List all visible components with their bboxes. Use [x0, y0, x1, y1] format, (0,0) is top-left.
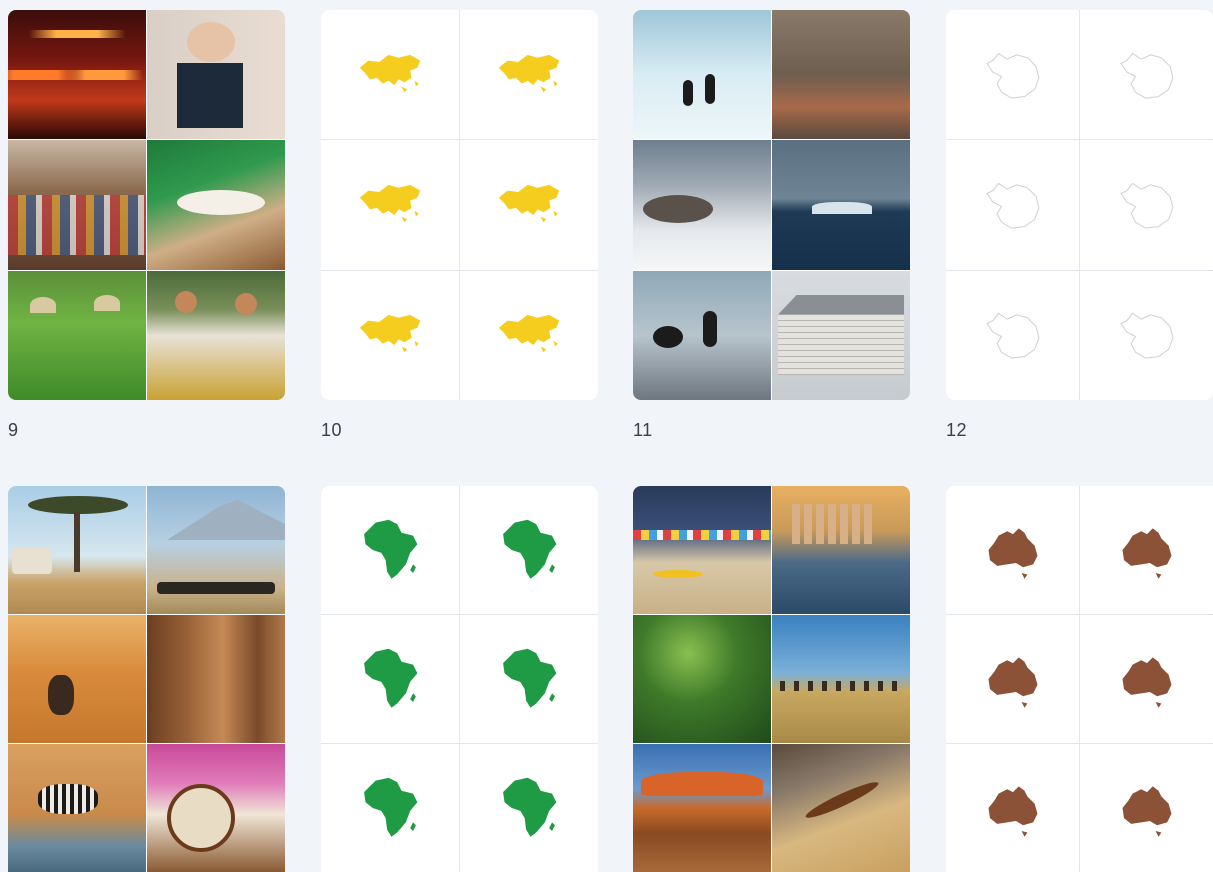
photo-wooden-hut[interactable] — [772, 270, 910, 400]
photo-rainforest[interactable] — [633, 615, 771, 743]
africa-map-icon — [503, 519, 557, 579]
sheet-10-asia-maps[interactable] — [321, 10, 598, 400]
photo-night-market-lanterns[interactable] — [8, 10, 146, 140]
sheet-caption: 10 — [321, 420, 343, 440]
photo-uluru[interactable] — [633, 744, 771, 872]
africa-map-tile[interactable] — [460, 744, 598, 872]
antarctica-map-tile[interactable] — [1080, 270, 1213, 400]
photo-carved-masks[interactable] — [147, 615, 285, 743]
antarctica-map-tile[interactable] — [1080, 140, 1213, 270]
antarctica-map-icon — [985, 52, 1039, 99]
asia-map-tile[interactable] — [321, 140, 459, 270]
asia-map-tile[interactable] — [321, 10, 459, 140]
antarctica-map-icon — [985, 182, 1039, 229]
africa-map-icon — [503, 777, 557, 837]
africa-map-tile[interactable] — [460, 615, 598, 743]
africa-map-icon — [364, 648, 418, 708]
asia-map-icon — [359, 315, 421, 353]
australia-map-icon — [1122, 786, 1171, 837]
australia-map-tile[interactable] — [946, 744, 1079, 872]
asia-map-icon — [498, 315, 560, 353]
photo-iceberg-sea[interactable] — [772, 140, 910, 270]
australia-map-tile[interactable] — [1080, 744, 1213, 872]
asia-map-tile[interactable] — [460, 270, 598, 400]
australia-map-tile[interactable] — [1080, 615, 1213, 743]
australia-map-icon — [988, 657, 1037, 708]
africa-map-icon — [364, 777, 418, 837]
australia-map-icon — [988, 528, 1037, 579]
antarctica-map-tile[interactable] — [1080, 10, 1213, 140]
africa-map-icon — [503, 648, 557, 708]
australia-map-icon — [1122, 657, 1171, 708]
antarctica-map-tile[interactable] — [946, 140, 1079, 270]
asia-map-icon — [498, 184, 560, 223]
australia-map-icon — [1122, 528, 1171, 579]
asia-map-icon — [359, 54, 421, 92]
africa-map-tile[interactable] — [321, 486, 459, 614]
sheet-australia-maps[interactable] — [946, 486, 1213, 872]
asia-map-tile[interactable] — [321, 270, 459, 400]
photo-crowded-market-street[interactable] — [8, 140, 146, 270]
sheet-11-antarctica-photos[interactable] — [633, 10, 910, 400]
sheet-africa-photos[interactable] — [8, 486, 285, 872]
sheet-caption: 9 — [8, 420, 19, 440]
asia-map-tile[interactable] — [460, 140, 598, 270]
photo-grassland-emus[interactable] — [772, 615, 910, 743]
photo-kilimanjaro-elephants[interactable] — [147, 486, 285, 614]
africa-map-tile[interactable] — [460, 486, 598, 614]
photo-drummers[interactable] — [147, 744, 285, 872]
photo-traditional-dancers[interactable] — [147, 270, 285, 400]
photo-desert-camels[interactable] — [8, 615, 146, 743]
photo-beach-huts-surfer[interactable] — [633, 486, 771, 614]
photo-zebras-waterhole[interactable] — [8, 744, 146, 872]
photo-acacia-safari[interactable] — [8, 486, 146, 614]
antarctica-map-icon — [1119, 312, 1173, 359]
australia-map-tile[interactable] — [1080, 486, 1213, 614]
asia-map-icon — [359, 184, 421, 223]
sheet-caption: 11 — [633, 420, 653, 440]
photo-sushi-dinner[interactable] — [147, 140, 285, 270]
photo-rice-field-farmers[interactable] — [8, 270, 146, 400]
australia-map-tile[interactable] — [946, 486, 1079, 614]
sheet-12-antarctica-maps[interactable] — [946, 10, 1213, 400]
africa-map-tile[interactable] — [321, 615, 459, 743]
antarctica-map-icon — [985, 312, 1039, 359]
photo-boomerang-hat[interactable] — [772, 744, 910, 872]
sheet-9-asia-photos[interactable] — [8, 10, 285, 400]
photo-city-skyline-river[interactable] — [772, 486, 910, 614]
africa-map-icon — [364, 519, 418, 579]
photo-seals-on-snow[interactable] — [633, 140, 771, 270]
antarctica-map-tile[interactable] — [946, 10, 1079, 140]
photo-portrait-woman[interactable] — [147, 10, 285, 140]
photo-penguins-on-ice[interactable] — [633, 10, 771, 140]
photo-research-station-hill[interactable] — [772, 10, 910, 140]
sheet-africa-maps[interactable] — [321, 486, 598, 872]
asia-map-tile[interactable] — [460, 10, 598, 140]
australia-map-icon — [988, 786, 1037, 837]
antarctica-map-icon — [1119, 182, 1173, 229]
asia-map-icon — [498, 54, 560, 92]
antarctica-map-icon — [1119, 52, 1173, 99]
sheet-caption: 12 — [946, 420, 968, 440]
sheet-australia-photos[interactable] — [633, 486, 910, 872]
photo-penguins-on-shore[interactable] — [633, 270, 771, 400]
africa-map-tile[interactable] — [321, 744, 459, 872]
antarctica-map-tile[interactable] — [946, 270, 1079, 400]
australia-map-tile[interactable] — [946, 615, 1079, 743]
